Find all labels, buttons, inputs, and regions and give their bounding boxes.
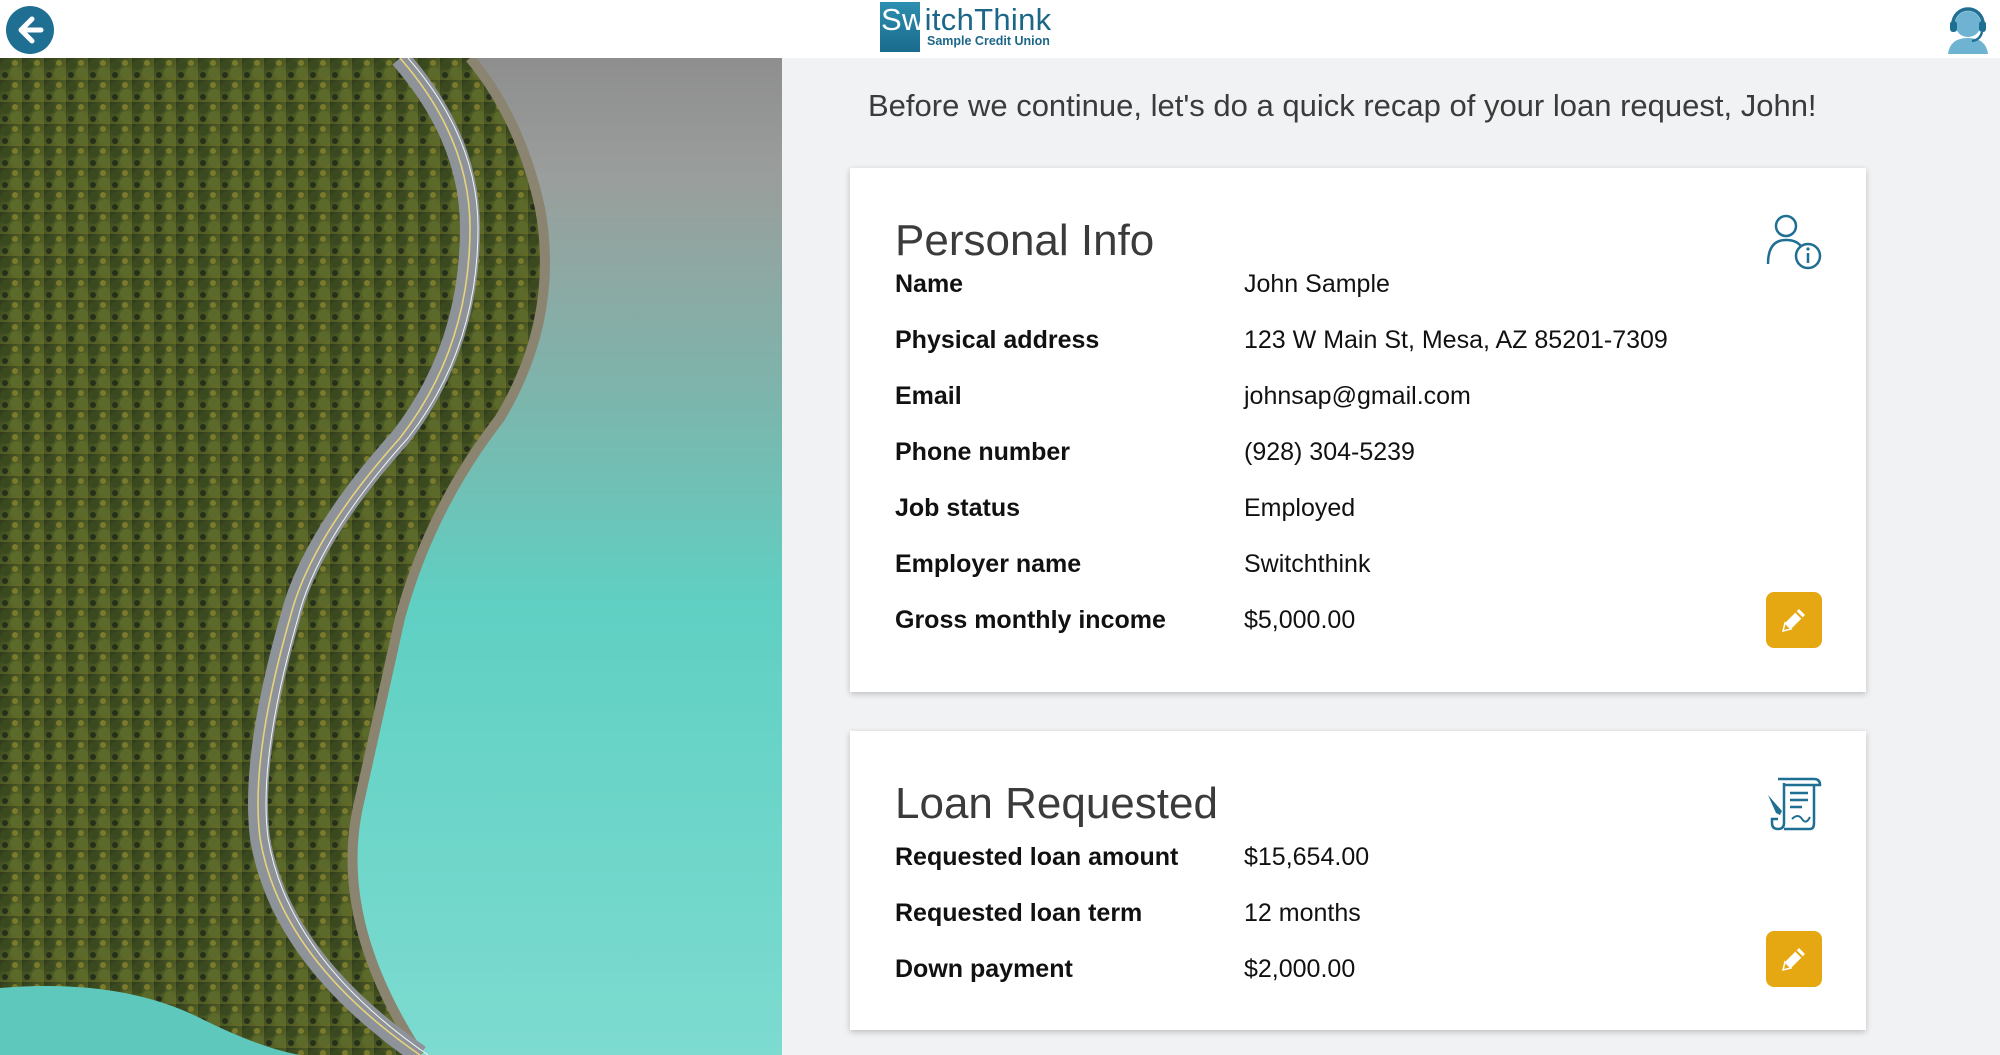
- recap-intro-text: Before we continue, let's do a quick rec…: [868, 88, 1817, 123]
- info-row-value: 12 months: [1244, 899, 1361, 927]
- info-row-value: (928) 304-5239: [1244, 438, 1415, 466]
- info-row-label: Email: [895, 382, 962, 410]
- edit-loan-requested-button[interactable]: [1766, 931, 1822, 987]
- support-button[interactable]: [1944, 4, 1992, 54]
- edit-personal-info-button[interactable]: [1766, 592, 1822, 648]
- info-row-value: Employed: [1244, 494, 1356, 522]
- loan-requested-card: Loan Requested Requested loan amount $15,…: [850, 731, 1866, 1030]
- pencil-icon: [1781, 948, 1805, 972]
- document-sign-icon: [1764, 773, 1824, 833]
- info-row-value: $2,000.00: [1244, 955, 1356, 983]
- info-row-label: Requested loan amount: [895, 843, 1179, 871]
- headset-agent-icon: [1948, 7, 1988, 54]
- loan-requested-title: Loan Requested: [895, 779, 1218, 828]
- personal-info-title: Personal Info: [895, 216, 1155, 265]
- info-row-label: Phone number: [895, 438, 1071, 466]
- logo-brand-text: SwitchThink: [881, 2, 1052, 37]
- logo-subtitle: Sample Credit Union: [927, 34, 1050, 48]
- brand-logo: SwitchThink Sample Credit Union: [880, 2, 1052, 52]
- info-row-label: Requested loan term: [895, 899, 1143, 927]
- back-button[interactable]: [6, 6, 54, 54]
- personal-info-card: Personal Info Name John Sample Physical ad…: [850, 168, 1866, 692]
- info-row-label: Physical address: [895, 326, 1100, 354]
- info-row-label: Down payment: [895, 955, 1073, 983]
- top-header: SwitchThink Sample Credit Union: [0, 0, 2000, 58]
- info-row-label: Name: [895, 270, 964, 298]
- info-row-value: $15,654.00: [1244, 843, 1370, 871]
- info-row-value: Switchthink: [1244, 550, 1371, 578]
- info-row-label: Gross monthly income: [895, 606, 1166, 634]
- info-row-value: 123 W Main St, Mesa, AZ 85201-7309: [1244, 326, 1668, 354]
- info-row-value: $5,000.00: [1244, 606, 1356, 634]
- info-row-value: John Sample: [1244, 270, 1390, 298]
- user-info-icon: [1764, 212, 1824, 272]
- pencil-icon: [1781, 609, 1805, 633]
- info-row-value: johnsap@gmail.com: [1244, 382, 1471, 410]
- forest-road-lake-photo: [0, 58, 782, 1055]
- arrow-left-icon: [18, 16, 44, 44]
- info-row-label: Job status: [895, 494, 1021, 522]
- info-row-label: Employer name: [895, 550, 1082, 578]
